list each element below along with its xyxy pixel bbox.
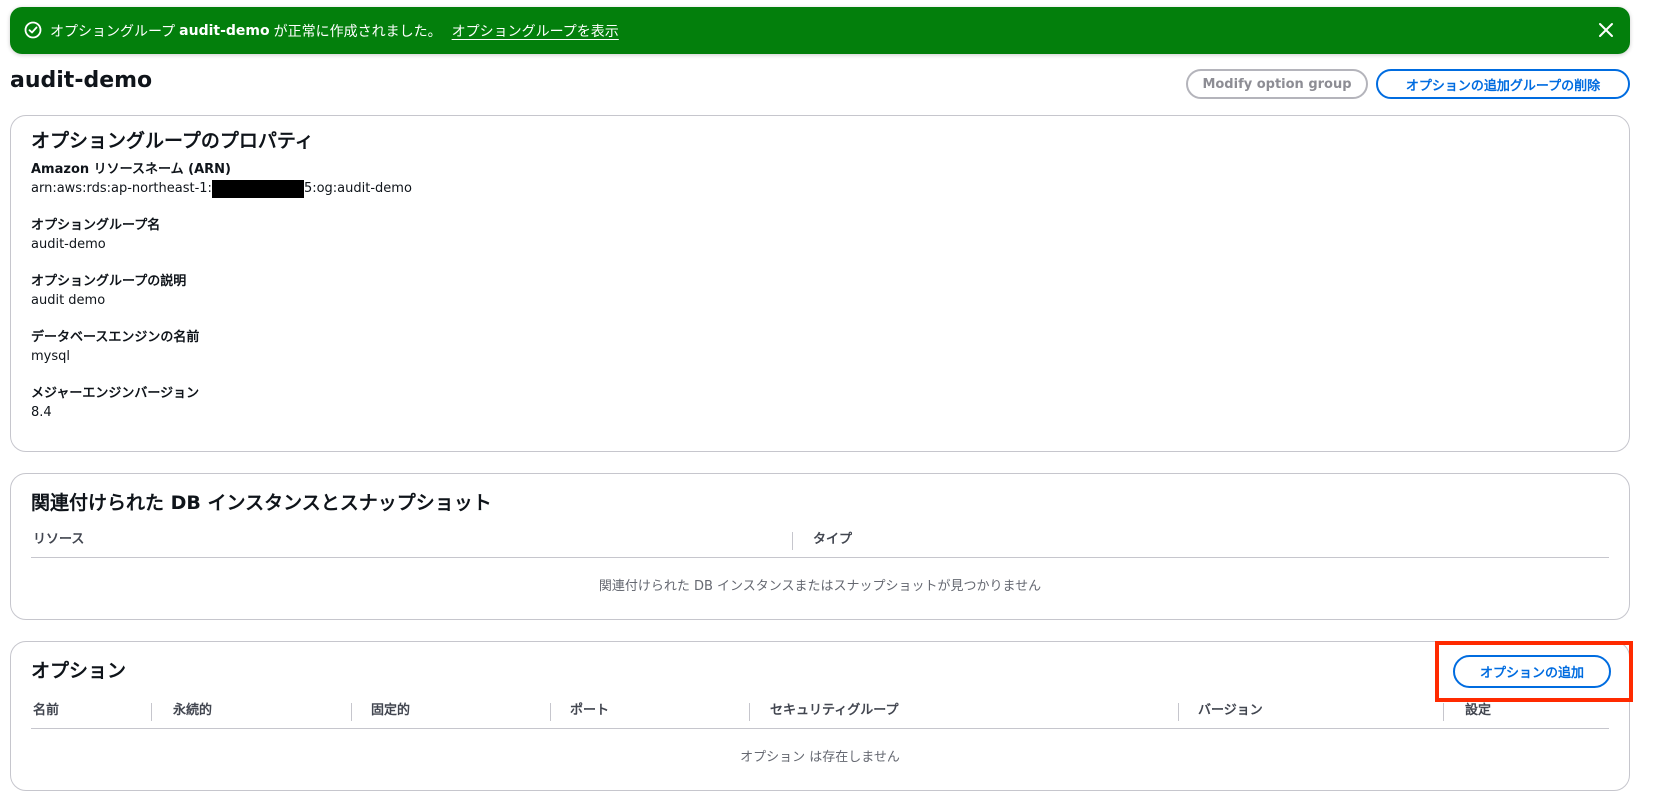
success-flashbar: オプショングループ audit-demo が正常に作成されました。 オプショング… bbox=[10, 7, 1630, 54]
arn-label: Amazon リソースネーム (ARN) bbox=[31, 162, 231, 177]
option-group-name-value: audit-demo bbox=[31, 237, 106, 252]
options-empty-state: オプション は存在しません bbox=[740, 750, 900, 765]
engine-name-field: データベースエンジンの名前 mysql bbox=[31, 329, 199, 367]
properties-card: オプショングループのプロパティ Amazon リソースネーム (ARN) arn… bbox=[10, 115, 1630, 452]
flash-message-suffix: が正常に作成されました。 bbox=[273, 23, 442, 40]
column-divider[interactable] bbox=[1443, 703, 1444, 721]
close-icon[interactable] bbox=[1596, 20, 1616, 40]
flash-group-name: audit-demo bbox=[179, 22, 270, 39]
add-option-button[interactable]: オプションの追加 bbox=[1453, 655, 1611, 688]
column-permanent[interactable]: 固定的 bbox=[371, 701, 410, 721]
engine-name-value: mysql bbox=[31, 349, 70, 364]
column-divider[interactable] bbox=[550, 703, 551, 721]
options-card: オプション 名前 永続的 固定的 ポート セキュリティグループ バージョン 設定… bbox=[10, 641, 1630, 791]
option-group-description-value: audit demo bbox=[31, 293, 106, 308]
delete-option-group-button[interactable]: オプションの追加グループの削除 bbox=[1376, 69, 1630, 99]
engine-name-label: データベースエンジンの名前 bbox=[31, 330, 200, 345]
options-table-header: 名前 永続的 固定的 ポート セキュリティグループ バージョン 設定 bbox=[31, 701, 1609, 729]
view-option-group-link[interactable]: オプショングループを表示 bbox=[452, 21, 619, 41]
column-divider[interactable] bbox=[749, 703, 750, 721]
success-check-icon bbox=[24, 21, 42, 39]
column-resource[interactable]: リソース bbox=[33, 530, 84, 550]
column-settings[interactable]: 設定 bbox=[1465, 701, 1491, 721]
column-security-group[interactable]: セキュリティグループ bbox=[770, 701, 898, 721]
page-title: audit-demo bbox=[10, 68, 153, 93]
column-persistent[interactable]: 永続的 bbox=[173, 701, 212, 721]
column-type[interactable]: タイプ bbox=[813, 530, 852, 550]
options-title: オプション bbox=[31, 660, 127, 682]
column-divider[interactable] bbox=[792, 532, 793, 550]
column-name[interactable]: 名前 bbox=[33, 701, 59, 721]
major-engine-version-label: メジャーエンジンバージョン bbox=[31, 386, 200, 401]
highlight-box: オプションの追加 bbox=[1435, 641, 1633, 702]
associated-instances-card: 関連付けられた DB インスタンスとスナップショット リソース タイプ 関連付け… bbox=[10, 473, 1630, 620]
arn-field: Amazon リソースネーム (ARN) arn:aws:rds:ap-nort… bbox=[31, 161, 412, 199]
column-version[interactable]: バージョン bbox=[1198, 701, 1263, 721]
flash-message-prefix: オプショングループ bbox=[50, 23, 176, 40]
option-group-name-label: オプショングループ名 bbox=[31, 218, 161, 233]
arn-suffix: 5:og:audit-demo bbox=[303, 181, 412, 196]
flash-message: オプショングループ audit-demo が正常に作成されました。 オプショング… bbox=[50, 7, 619, 54]
associated-instances-title: 関連付けられた DB インスタンスとスナップショット bbox=[31, 492, 492, 514]
modify-option-group-button[interactable]: Modify option group bbox=[1186, 69, 1368, 99]
column-port[interactable]: ポート bbox=[570, 701, 609, 721]
option-group-description-field: オプショングループの説明 audit demo bbox=[31, 273, 186, 311]
properties-title: オプショングループのプロパティ bbox=[31, 130, 314, 152]
column-divider[interactable] bbox=[351, 703, 352, 721]
major-engine-version-field: メジャーエンジンバージョン 8.4 bbox=[31, 385, 199, 423]
arn-value: arn:aws:rds:ap-northeast-1: 5:og:audit-de… bbox=[31, 179, 412, 199]
redacted-account-id bbox=[211, 179, 304, 198]
column-divider[interactable] bbox=[151, 703, 152, 721]
associations-empty-state: 関連付けられた DB インスタンスまたはスナップショットが見つかりません bbox=[598, 579, 1042, 594]
column-divider[interactable] bbox=[1178, 703, 1179, 721]
major-engine-version-value: 8.4 bbox=[31, 405, 52, 420]
option-group-name-field: オプショングループ名 audit-demo bbox=[31, 217, 160, 255]
arn-prefix: arn:aws:rds:ap-northeast-1: bbox=[31, 181, 212, 196]
option-group-description-label: オプショングループの説明 bbox=[31, 274, 187, 289]
associations-table-header: リソース タイプ bbox=[31, 530, 1609, 558]
